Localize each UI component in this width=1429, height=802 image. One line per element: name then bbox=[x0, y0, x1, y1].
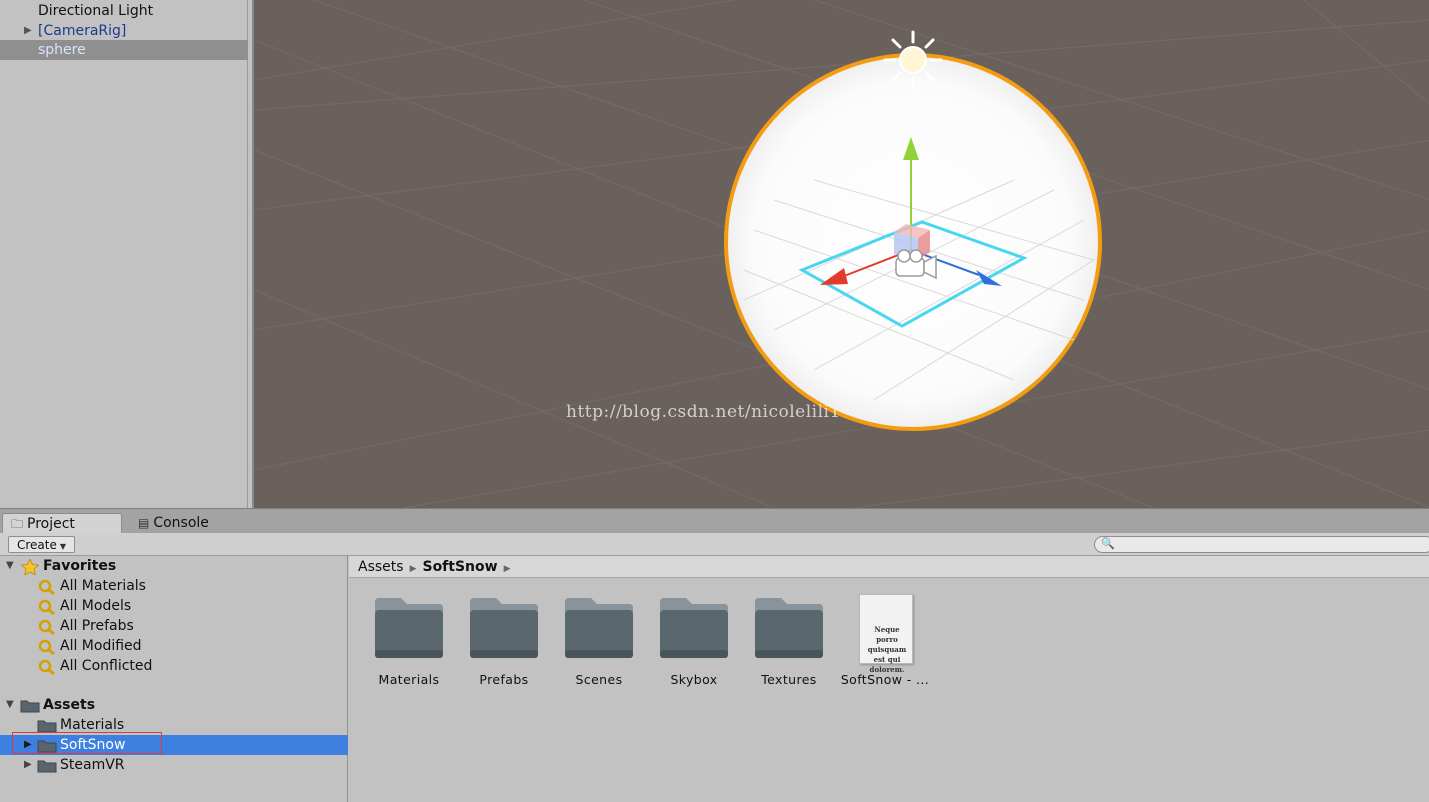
chevron-right-icon: ▶ bbox=[409, 564, 417, 574]
bottom-tab-bar: 🗀 Project ▤ Console bbox=[0, 508, 1429, 534]
scene-view[interactable]: http://blog.csdn.net/nicolelili1 bbox=[252, 0, 1429, 508]
folder-icon: 🗀 bbox=[11, 517, 24, 531]
create-label: Create bbox=[17, 538, 57, 552]
expand-triangle-icon[interactable]: ▶ bbox=[24, 755, 32, 775]
asset-item-skybox[interactable]: Skybox bbox=[649, 596, 739, 687]
project-toolbar: Create ▼ 🔍 bbox=[0, 533, 1429, 556]
tree-label: All Materials bbox=[60, 578, 146, 594]
tree-item-all-prefabs[interactable]: All Prefabs bbox=[0, 616, 348, 636]
hierarchy-item-camerarig[interactable]: ▶ [CameraRig] bbox=[0, 21, 248, 41]
folder-icon bbox=[563, 596, 635, 660]
asset-item-scenes[interactable]: Scenes bbox=[554, 596, 644, 687]
tree-item-all-materials[interactable]: All Materials bbox=[0, 576, 348, 596]
search-input[interactable]: 🔍 bbox=[1094, 536, 1429, 553]
tree-item-all-models[interactable]: All Models bbox=[0, 596, 348, 616]
search-filter-icon bbox=[38, 659, 56, 681]
hierarchy-item-label: [CameraRig] bbox=[38, 23, 127, 39]
console-icon: ▤ bbox=[138, 516, 150, 530]
folder-icon bbox=[753, 596, 825, 660]
asset-label: Skybox bbox=[670, 672, 718, 687]
asset-label: Textures bbox=[761, 672, 817, 687]
breadcrumb: Assets ▶ SoftSnow ▶ bbox=[349, 556, 1429, 578]
tree-item-all-conflicted[interactable]: All Conflicted bbox=[0, 656, 348, 676]
tree-assets-header[interactable]: ▼ Assets bbox=[0, 695, 348, 715]
collapse-triangle-icon[interactable]: ▼ bbox=[6, 556, 14, 576]
tree-label: Favorites bbox=[43, 558, 117, 574]
asset-label: Scenes bbox=[575, 672, 623, 687]
tree-label: All Prefabs bbox=[60, 618, 134, 634]
expand-triangle-icon[interactable]: ▶ bbox=[24, 21, 32, 41]
tree-label: SteamVR bbox=[60, 757, 125, 773]
tree-favorites-header[interactable]: ▼ Favorites bbox=[0, 556, 348, 576]
asset-label: Prefabs bbox=[479, 672, 529, 687]
caret-down-icon: ▼ bbox=[59, 542, 67, 551]
asset-item-materials[interactable]: Materials bbox=[364, 596, 454, 687]
hierarchy-item-directional-light[interactable]: Directional Light bbox=[0, 1, 248, 21]
folder-icon bbox=[373, 596, 445, 660]
hierarchy-item-label: sphere bbox=[38, 42, 86, 58]
tree-label: All Conflicted bbox=[60, 658, 153, 674]
tab-label: Project bbox=[27, 516, 75, 532]
breadcrumb-current[interactable]: SoftSnow bbox=[422, 559, 497, 575]
tab-console[interactable]: ▤ Console bbox=[130, 513, 240, 534]
hierarchy-item-label: Directional Light bbox=[38, 3, 154, 19]
text-document-icon: Neque porro quisquam est qui dolorem. bbox=[849, 594, 921, 674]
asset-label: Materials bbox=[378, 672, 440, 687]
asset-item-prefabs[interactable]: Prefabs bbox=[459, 596, 549, 687]
tree-item-steamvr[interactable]: ▶ SteamVR bbox=[0, 755, 348, 775]
tab-project[interactable]: 🗀 Project bbox=[2, 513, 122, 534]
asset-browser: Assets ▶ SoftSnow ▶ Materials Prefabs Scene… bbox=[349, 556, 1429, 802]
tree-label: All Modified bbox=[60, 638, 142, 654]
folder-icon bbox=[658, 596, 730, 660]
document-preview-text: Neque porro quisquam est qui dolorem. bbox=[867, 625, 907, 674]
watermark-text: http://blog.csdn.net/nicolelili1 bbox=[566, 402, 841, 422]
search-icon: 🔍 bbox=[1101, 537, 1115, 550]
asset-item-textures[interactable]: Textures bbox=[744, 596, 834, 687]
hierarchy-item-sphere[interactable]: sphere bbox=[0, 40, 248, 60]
breadcrumb-assets[interactable]: Assets bbox=[358, 559, 404, 575]
folder-icon bbox=[37, 758, 57, 779]
tree-item-all-modified[interactable]: All Modified bbox=[0, 636, 348, 656]
tree-label: Assets bbox=[43, 697, 96, 713]
tree-label: All Models bbox=[60, 598, 132, 614]
asset-item-softsnow-doc[interactable]: Neque porro quisquam est qui dolorem. So… bbox=[840, 594, 930, 687]
document-preview: Neque porro quisquam est qui dolorem. bbox=[859, 594, 913, 674]
tab-label: Console bbox=[153, 515, 209, 531]
scene-canvas[interactable] bbox=[254, 0, 1429, 508]
folder-icon bbox=[468, 596, 540, 660]
collapse-triangle-icon[interactable]: ▼ bbox=[6, 695, 14, 715]
unity-editor-window: Directional Light ▶ [CameraRig] sphere h… bbox=[0, 0, 1429, 802]
chevron-right-icon[interactable]: ▶ bbox=[504, 564, 511, 574]
hierarchy-panel: Directional Light ▶ [CameraRig] sphere bbox=[0, 0, 248, 508]
project-tree: ▼ Favorites All Materials All Models All… bbox=[0, 556, 348, 802]
create-dropdown-button[interactable]: Create ▼ bbox=[8, 536, 76, 553]
highlight-outline bbox=[12, 732, 162, 754]
